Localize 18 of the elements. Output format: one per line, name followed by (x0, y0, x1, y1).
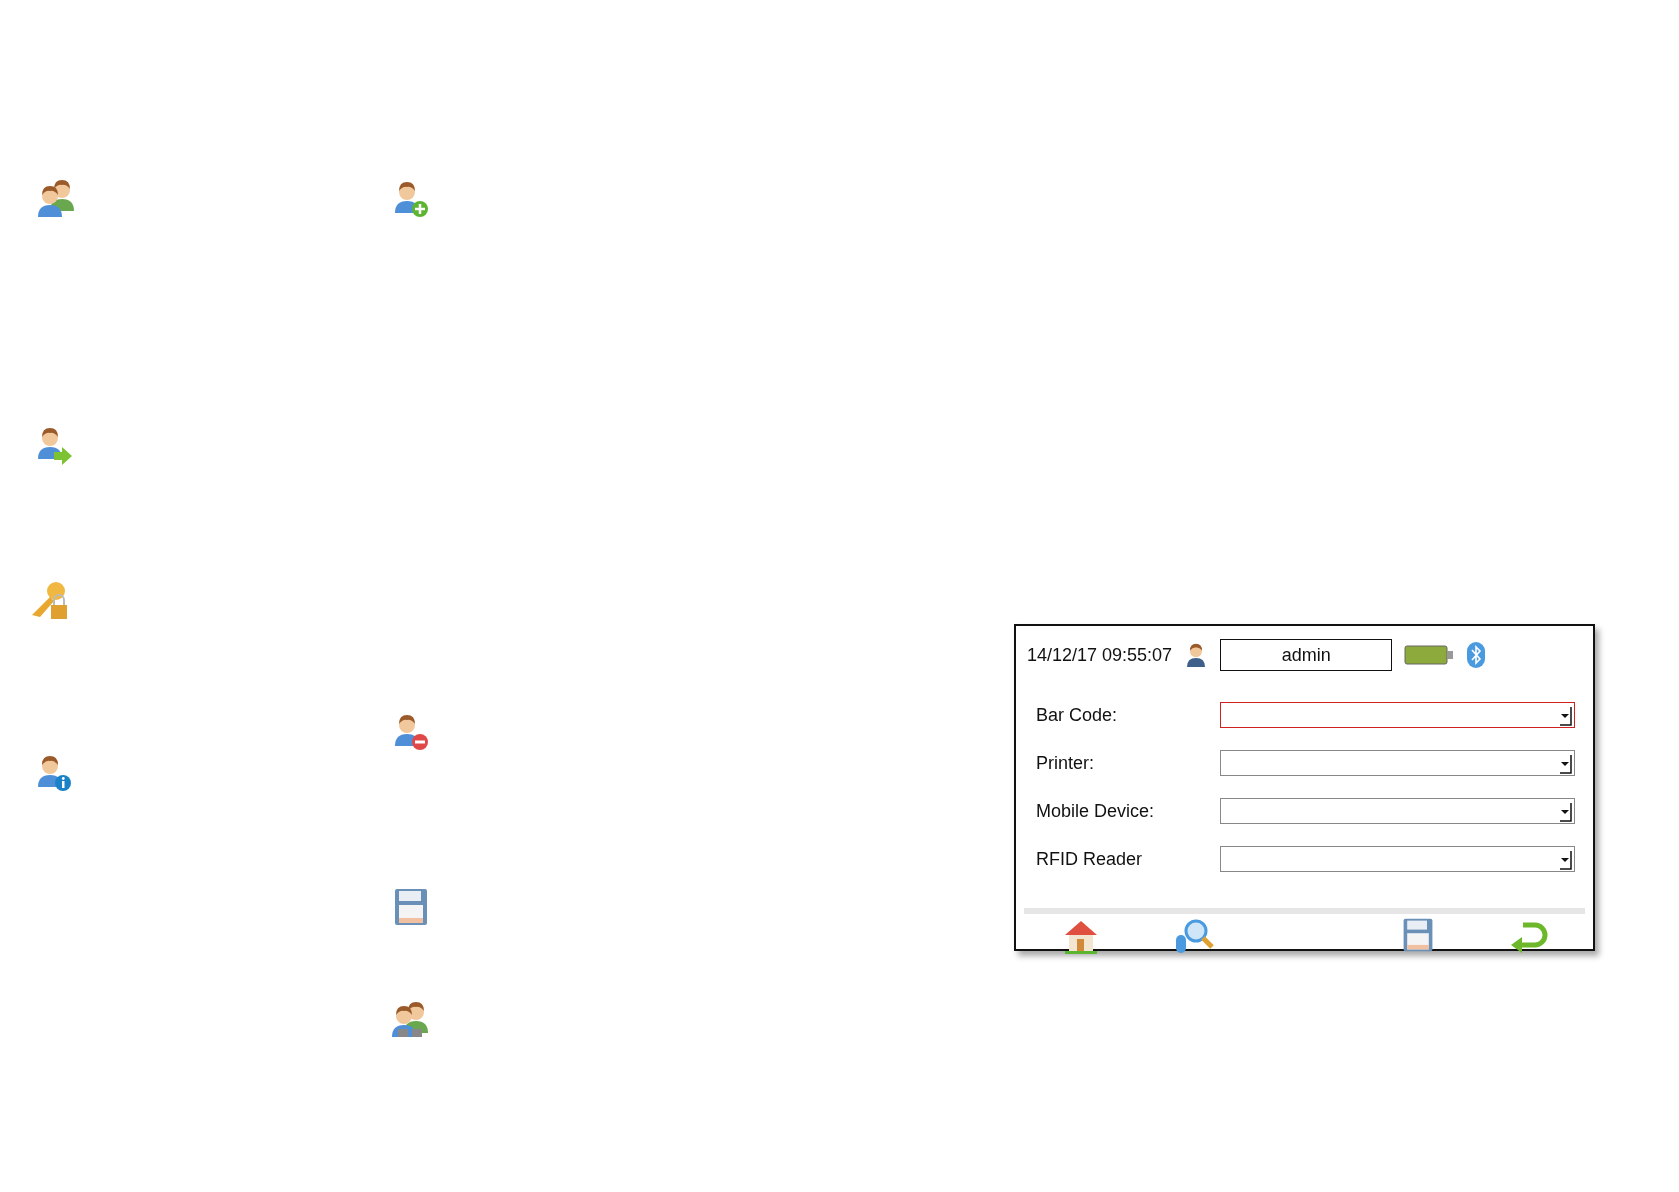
dropdown-field[interactable] (1219, 750, 1575, 776)
caret-icon (1558, 802, 1572, 822)
dropdown-field[interactable] (1219, 798, 1575, 824)
caret-icon (1558, 850, 1572, 870)
bluetooth-icon[interactable] (1466, 641, 1487, 669)
field-label: Printer: (1036, 752, 1096, 774)
dropdown-field[interactable] (1219, 702, 1575, 728)
caret-icon (1558, 754, 1572, 774)
battery-icon (1404, 644, 1455, 666)
bluetooth-search-icon[interactable] (1173, 917, 1214, 955)
field-label: Mobile Device: (1036, 800, 1156, 822)
caret-icon (1558, 706, 1572, 726)
key-lock-icon (30, 581, 70, 621)
user-field: admin (1220, 639, 1393, 671)
date-time: 14/12/17 09:55:07 (1027, 644, 1173, 666)
dropdown-field[interactable] (1219, 846, 1575, 872)
field-label: RFID Reader (1036, 848, 1144, 870)
field-label: Bar Code: (1036, 704, 1119, 726)
